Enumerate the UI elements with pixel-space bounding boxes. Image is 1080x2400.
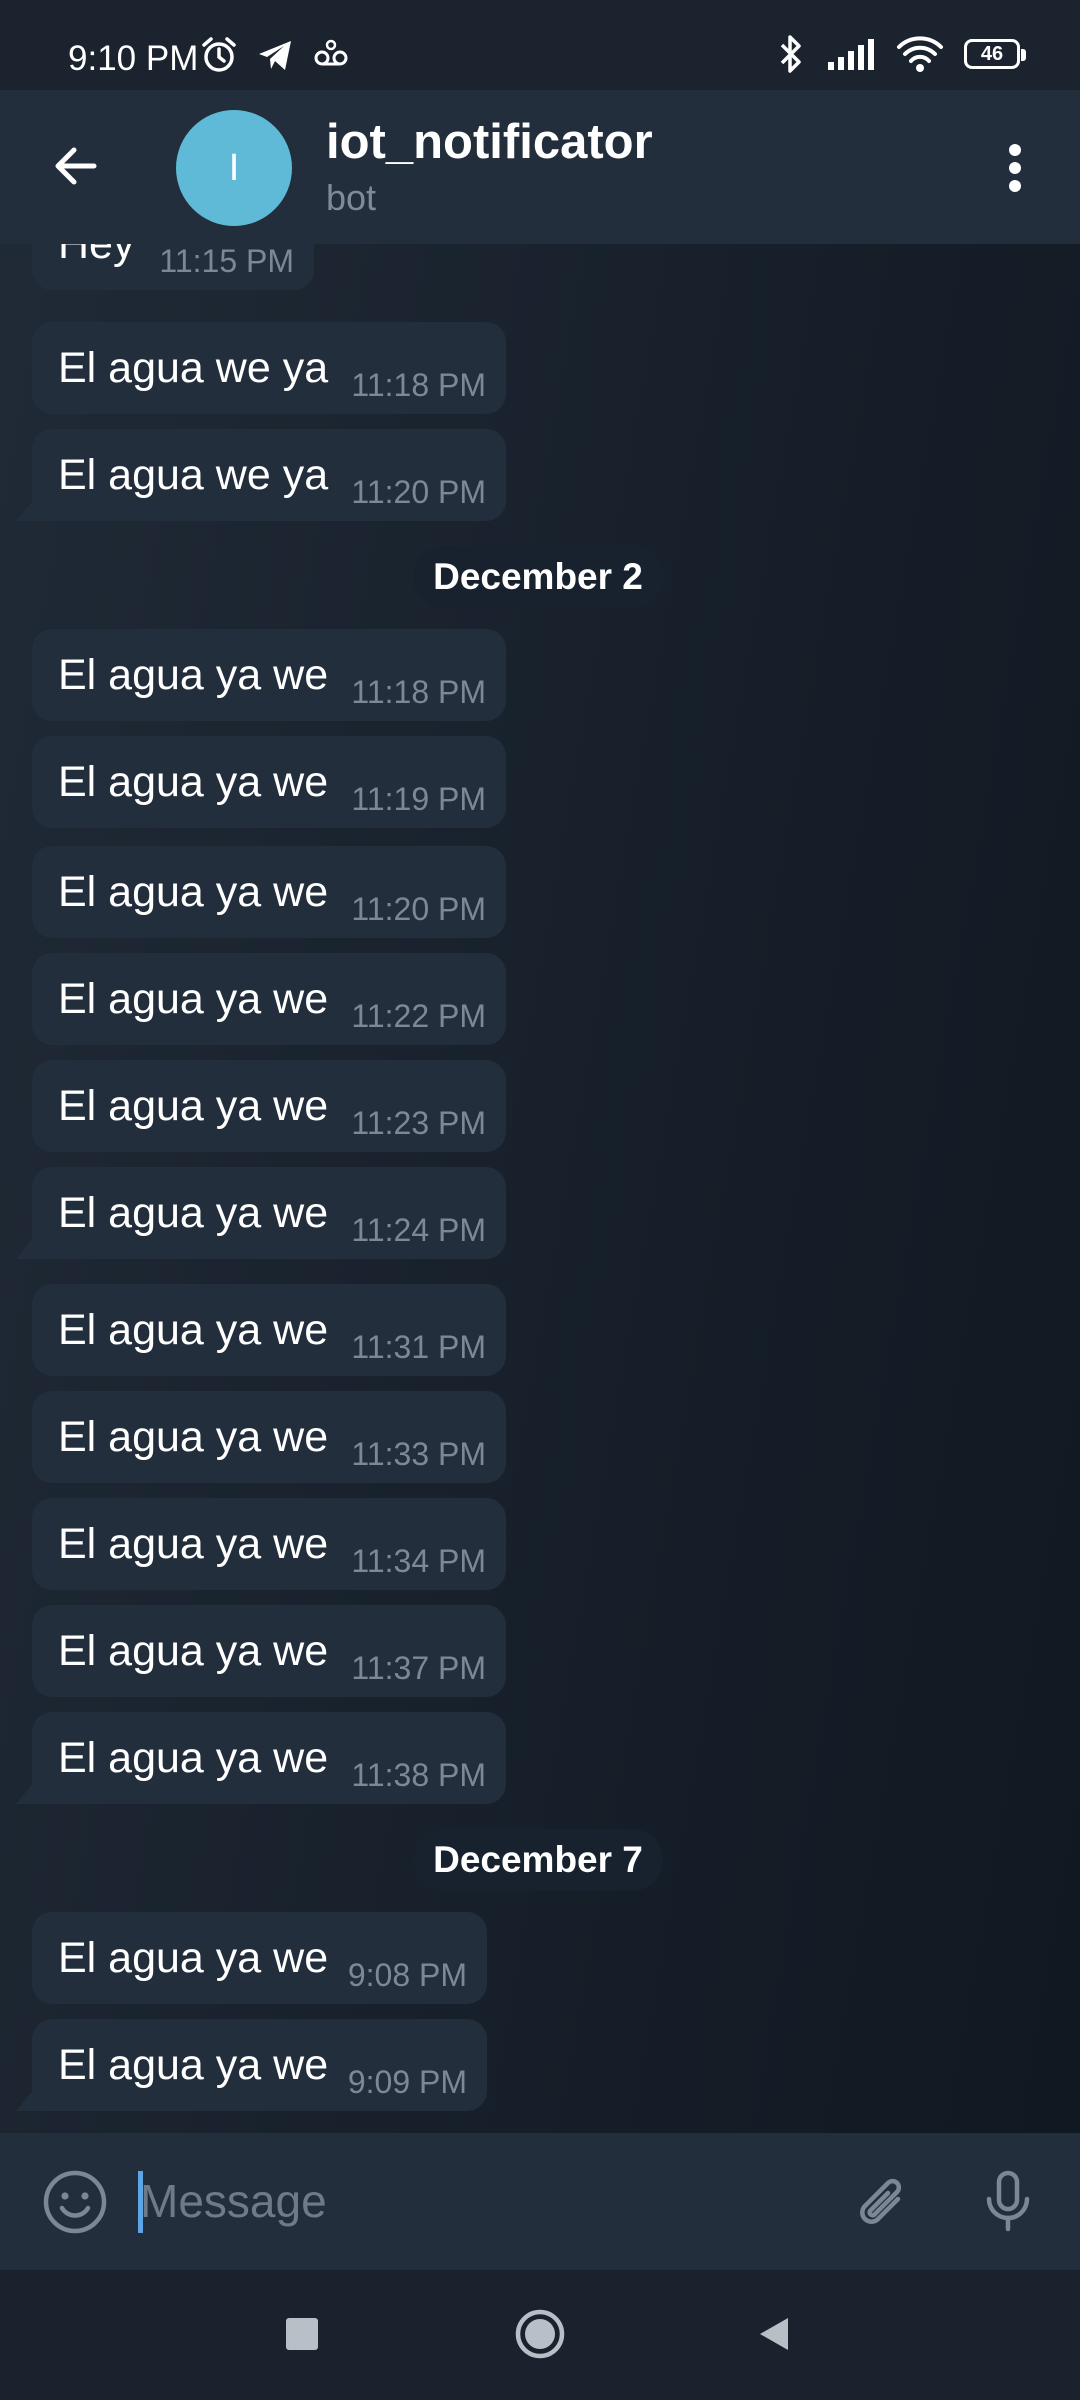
- message-bubble[interactable]: El agua ya we 11:19 PM: [32, 736, 506, 828]
- message-composer: [0, 2133, 1080, 2270]
- message-text: El agua ya we: [58, 1082, 329, 1130]
- alarm-icon: [200, 36, 238, 74]
- chat-subtitle: bot: [326, 177, 377, 218]
- nav-back-button[interactable]: [754, 2314, 794, 2354]
- message-text: El agua ya we: [58, 1734, 329, 1782]
- message-bubble[interactable]: Hey 11:15 PM: [32, 244, 314, 290]
- message-text: Hey: [58, 244, 135, 268]
- message-time: 11:22 PM: [351, 998, 486, 1034]
- message-time: 9:09 PM: [347, 2064, 467, 2100]
- home-circle-icon: [515, 2309, 565, 2359]
- message-text: El agua ya we: [58, 1306, 329, 1354]
- message-input[interactable]: [140, 2163, 790, 2239]
- status-left-icons: [200, 36, 350, 74]
- triangle-back-icon: [760, 2318, 788, 2350]
- avatar[interactable]: I: [176, 110, 292, 226]
- message-bubble[interactable]: El agua ya we 9:08 PM: [32, 1912, 487, 2004]
- message-text: El agua we ya: [58, 344, 329, 392]
- emoji-icon: [43, 2170, 107, 2234]
- message-time: 11:37 PM: [351, 1650, 486, 1686]
- message-time: 11:20 PM: [351, 474, 486, 510]
- home-button[interactable]: [514, 2308, 566, 2360]
- message-time: 11:23 PM: [351, 1105, 486, 1141]
- message-time: 11:33 PM: [351, 1436, 486, 1472]
- paperclip-icon: [860, 2178, 902, 2224]
- date-separator: December 7: [413, 1829, 663, 1891]
- message-bubble[interactable]: El agua ya we 9:09 PM: [32, 2019, 487, 2111]
- message-bubble[interactable]: El agua ya we 11:37 PM: [32, 1605, 506, 1697]
- message-bubble[interactable]: El agua ya we 11:20 PM: [32, 846, 506, 938]
- status-right-icons: 46: [776, 34, 1026, 74]
- message-time: 11:31 PM: [351, 1329, 486, 1365]
- message-time: 9:08 PM: [347, 1957, 467, 1993]
- message-bubble[interactable]: El agua ya we 11:24 PM: [32, 1167, 506, 1259]
- message-text: El agua ya we: [58, 2041, 329, 2089]
- message-text: El agua ya we: [58, 975, 329, 1023]
- message-text: El agua ya we: [58, 1413, 329, 1461]
- message-text: El agua ya we: [58, 1934, 329, 1982]
- attach-button[interactable]: [846, 2167, 918, 2239]
- message-list[interactable]: Hey 11:15 PM El agua we ya 11:18 PM El a…: [0, 244, 1080, 2133]
- message-text: El agua ya we: [58, 758, 329, 806]
- voicemail-icon: [312, 36, 350, 74]
- message-time: 11:15 PM: [159, 244, 294, 279]
- message-time: 11:18 PM: [351, 367, 486, 403]
- date-separator: December 2: [413, 546, 663, 608]
- more-options-button[interactable]: [980, 132, 1050, 204]
- message-text: El agua ya we: [58, 1189, 329, 1237]
- wifi-icon: [896, 34, 944, 74]
- chat-title[interactable]: iot_notificator: [326, 112, 653, 172]
- signal-icon: [826, 36, 876, 72]
- microphone-button[interactable]: [972, 2165, 1044, 2237]
- message-bubble[interactable]: El agua ya we 11:18 PM: [32, 629, 506, 721]
- message-bubble[interactable]: El agua ya we 11:22 PM: [32, 953, 506, 1045]
- bluetooth-icon: [776, 34, 806, 74]
- message-time: 11:20 PM: [351, 891, 486, 927]
- chat-header: I iot_notificator bot: [0, 90, 1080, 244]
- message-text: El agua we ya: [58, 451, 329, 499]
- emoji-button[interactable]: [40, 2167, 110, 2237]
- message-bubble[interactable]: El agua we ya 11:18 PM: [32, 322, 506, 414]
- message-time: 11:24 PM: [351, 1212, 486, 1248]
- microphone-icon: [986, 2170, 1030, 2232]
- arrow-left-icon: [55, 147, 97, 185]
- battery-icon: 46: [964, 39, 1026, 69]
- message-time: 11:19 PM: [351, 781, 486, 817]
- message-bubble[interactable]: El agua ya we 11:23 PM: [32, 1060, 506, 1152]
- telegram-icon: [256, 36, 294, 74]
- message-time: 11:18 PM: [351, 674, 486, 710]
- system-navigation-bar: [0, 2270, 1080, 2400]
- status-bar: 9:10 PM 46: [0, 0, 1080, 90]
- message-time: 11:38 PM: [351, 1757, 486, 1793]
- status-time: 9:10 PM: [68, 39, 199, 78]
- message-time: 11:34 PM: [351, 1543, 486, 1579]
- back-button[interactable]: [40, 130, 112, 202]
- message-text: El agua ya we: [58, 651, 329, 699]
- message-text: El agua ya we: [58, 1627, 329, 1675]
- message-bubble[interactable]: El agua ya we 11:34 PM: [32, 1498, 506, 1590]
- message-bubble[interactable]: El agua ya we 11:33 PM: [32, 1391, 506, 1483]
- message-text: El agua ya we: [58, 868, 329, 916]
- more-vert-icon: [1009, 144, 1021, 192]
- message-bubble[interactable]: El agua we ya 11:20 PM: [32, 429, 506, 521]
- message-text: El agua ya we: [58, 1520, 329, 1568]
- recents-button[interactable]: [286, 2318, 318, 2350]
- message-bubble[interactable]: El agua ya we 11:38 PM: [32, 1712, 506, 1804]
- message-bubble[interactable]: El agua ya we 11:31 PM: [32, 1284, 506, 1376]
